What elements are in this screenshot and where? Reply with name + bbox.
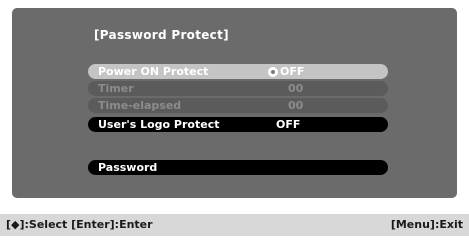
- status-bar: [◆]:Select [Enter]:Enter [Menu]:Exit: [0, 214, 469, 236]
- timer-row: Timer 00: [88, 81, 388, 96]
- power-on-protect-row[interactable]: Power ON Protect OFF: [88, 64, 388, 79]
- menu-title: [Password Protect]: [94, 28, 229, 42]
- password-label: Password: [98, 161, 158, 174]
- timer-value: 00: [288, 82, 304, 95]
- users-logo-protect-row[interactable]: User's Logo Protect OFF: [88, 117, 388, 132]
- status-hint-left: [◆]:Select [Enter]:Enter: [6, 218, 153, 231]
- timer-label: Timer: [98, 82, 134, 95]
- power-on-protect-value[interactable]: OFF: [268, 64, 304, 79]
- status-hint-right: [Menu]:Exit: [390, 218, 463, 231]
- time-elapsed-label: Time-elapsed: [98, 99, 182, 112]
- password-row[interactable]: Password: [88, 160, 388, 175]
- time-elapsed-row: Time-elapsed 00: [88, 98, 388, 113]
- time-elapsed-value: 00: [288, 99, 304, 112]
- users-logo-protect-label: User's Logo Protect: [98, 118, 220, 131]
- power-on-protect-label: Power ON Protect: [98, 65, 209, 78]
- power-on-protect-value-text: OFF: [280, 65, 305, 78]
- cycle-icon: [268, 66, 278, 77]
- users-logo-protect-value[interactable]: OFF: [276, 117, 300, 132]
